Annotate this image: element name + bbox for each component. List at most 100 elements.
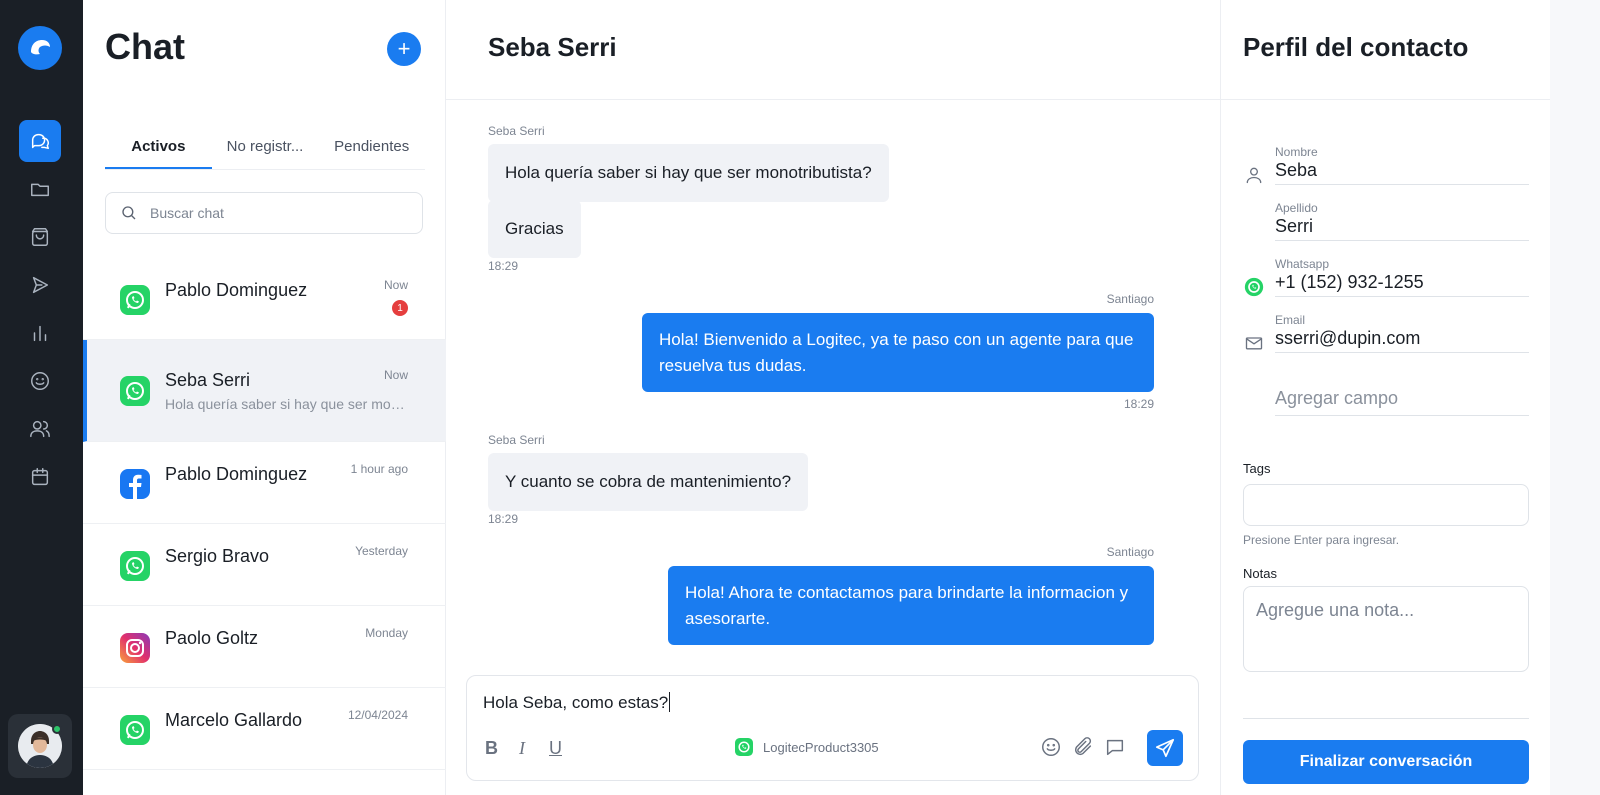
chat-list-item[interactable]: Pablo Dominguez Now 1 <box>83 258 446 340</box>
comment-icon <box>1106 739 1124 756</box>
whatsapp-icon <box>120 285 150 315</box>
attach-button[interactable] <box>1072 736 1096 760</box>
field-value: +1 (152) 932-1255 <box>1275 272 1424 292</box>
underline-button[interactable]: U <box>549 738 562 759</box>
nav-chat[interactable] <box>19 120 61 162</box>
field-nombre[interactable]: Nombre Seba <box>1275 145 1529 185</box>
field-label: Email <box>1275 313 1306 327</box>
field-value: sserri@dupin.com <box>1275 328 1421 348</box>
finish-conversation-button[interactable]: Finalizar conversación <box>1243 740 1529 784</box>
message-composer[interactable]: Hola Seba, como estas? B I U LogitecProd… <box>466 675 1199 781</box>
message-time: 18:29 <box>488 512 519 526</box>
field-label: Nombre <box>1275 145 1318 159</box>
chat-timestamp: Now <box>383 368 408 382</box>
chat-tabs: Activos No registr... Pendientes <box>105 134 425 170</box>
search-input[interactable] <box>150 205 390 221</box>
chat-timestamp: Yesterday <box>355 544 408 558</box>
message-bubble-incoming: Hola quería saber si hay que ser monotri… <box>488 144 889 202</box>
nav-satisfaction[interactable] <box>19 360 61 402</box>
chat-contact-name: Seba Serri <box>165 370 251 390</box>
mail-icon <box>1243 332 1265 354</box>
nav-reports[interactable] <box>19 312 61 354</box>
chat-contact-name: Sergio Bravo <box>165 546 270 566</box>
tab-no-registrados[interactable]: No registr... <box>212 134 319 169</box>
whatsapp-icon <box>735 738 753 756</box>
message-bubble-incoming: Gracias <box>488 200 581 258</box>
notes-box <box>1243 586 1529 672</box>
chat-timestamp: 12/04/2024 <box>347 708 408 722</box>
message-time: 18:29 <box>488 259 519 273</box>
nav-bag[interactable] <box>19 216 61 258</box>
message-sender: Santiago <box>1106 292 1154 306</box>
message-bubble-incoming: Y cuanto se cobra de mantenimiento? <box>488 453 809 511</box>
message-sender: Santiago <box>1106 545 1154 559</box>
chat-timestamp: Now <box>383 278 408 292</box>
tags-input[interactable] <box>1243 484 1529 526</box>
message-sender: Seba Serri <box>488 124 545 138</box>
message-bubble-outgoing: Hola! Bienvenido a Logitec, ya te paso c… <box>642 313 1154 392</box>
chat-contact-name: Pablo Dominguez <box>165 280 308 300</box>
paperclip-icon <box>1074 737 1092 756</box>
chat-list-item[interactable]: Marcelo Gallardo 12/04/2024 <box>83 688 446 770</box>
channel-selector[interactable]: LogitecProduct3305 <box>735 738 879 756</box>
unread-badge: 1 <box>392 300 408 316</box>
page-title: Chat <box>105 26 185 67</box>
folder-icon <box>31 183 49 197</box>
field-apellido[interactable]: Apellido Serri <box>1275 201 1529 241</box>
channel-account: LogitecProduct3305 <box>763 739 879 755</box>
tags-label: Tags <box>1243 461 1271 476</box>
users-icon <box>30 420 50 438</box>
tab-pendientes[interactable]: Pendientes <box>318 134 425 169</box>
chat-list-item-selected[interactable]: Seba Serri Now Hola quería saber si hay … <box>83 340 446 442</box>
add-field-button[interactable]: Agregar campo <box>1275 388 1529 416</box>
conversation-title: Seba Serri <box>488 32 617 62</box>
chat-contact-name: Pablo Dominguez <box>165 464 308 484</box>
conversation-header: Seba Serri <box>446 0 1220 100</box>
composer-input[interactable]: Hola Seba, como estas? <box>483 692 671 713</box>
plus-icon: + <box>397 36 411 61</box>
brand-logo-icon[interactable] <box>18 26 62 70</box>
field-whatsapp[interactable]: Whatsapp +1 (152) 932-1255 <box>1275 257 1529 297</box>
chat-list-item[interactable]: Pablo Dominguez 1 hour ago <box>83 442 446 524</box>
emoji-icon <box>1042 738 1060 756</box>
search-icon <box>122 206 136 220</box>
search-box <box>105 192 423 234</box>
tags-helper-text: Presione Enter para ingresar. <box>1243 533 1400 547</box>
campaign-icon <box>32 276 49 294</box>
nav-campaigns[interactable] <box>19 264 61 306</box>
user-avatar-button[interactable] <box>8 714 72 778</box>
field-email[interactable]: Email sserri@dupin.com <box>1275 313 1529 353</box>
nav-calendar[interactable] <box>19 456 61 498</box>
send-button[interactable] <box>1147 730 1183 766</box>
tab-activos[interactable]: Activos <box>105 134 212 169</box>
user-icon <box>1243 164 1265 186</box>
chat-list-item[interactable]: Paolo Goltz Monday <box>83 606 446 688</box>
send-icon <box>1155 738 1175 758</box>
chat-list-panel: Chat + Activos No registr... Pendientes … <box>83 0 446 795</box>
italic-button[interactable]: I <box>519 738 525 759</box>
field-value: Seba <box>1275 160 1318 180</box>
page-gutter <box>1550 0 1600 795</box>
chat-icon <box>31 133 49 150</box>
new-chat-button[interactable]: + <box>387 32 421 66</box>
smile-icon <box>31 372 49 390</box>
bold-button[interactable]: B <box>485 738 498 759</box>
emoji-button[interactable] <box>1040 736 1064 760</box>
notes-textarea[interactable] <box>1244 587 1528 671</box>
instagram-icon <box>120 633 150 663</box>
message-bubble-outgoing: Hola! Ahora te contactamos para brindart… <box>668 566 1154 645</box>
quick-reply-button[interactable] <box>1104 736 1128 760</box>
chat-contact-name: Paolo Goltz <box>165 628 259 648</box>
composer-draft: Hola Seba, como estas? <box>483 693 669 712</box>
online-status-dot <box>52 724 62 734</box>
calendar-icon <box>31 468 49 486</box>
text-caret <box>669 692 671 712</box>
chat-contact-name: Marcelo Gallardo <box>165 710 303 730</box>
nav-contacts[interactable] <box>19 408 61 450</box>
profile-title: Perfil del contacto <box>1243 32 1469 62</box>
chat-list-item[interactable]: Sergio Bravo Yesterday <box>83 524 446 606</box>
chat-timestamp: 1 hour ago <box>350 462 408 476</box>
nav-folder[interactable] <box>19 168 61 210</box>
field-label: Whatsapp <box>1275 257 1330 271</box>
field-label: Apellido <box>1275 201 1318 215</box>
